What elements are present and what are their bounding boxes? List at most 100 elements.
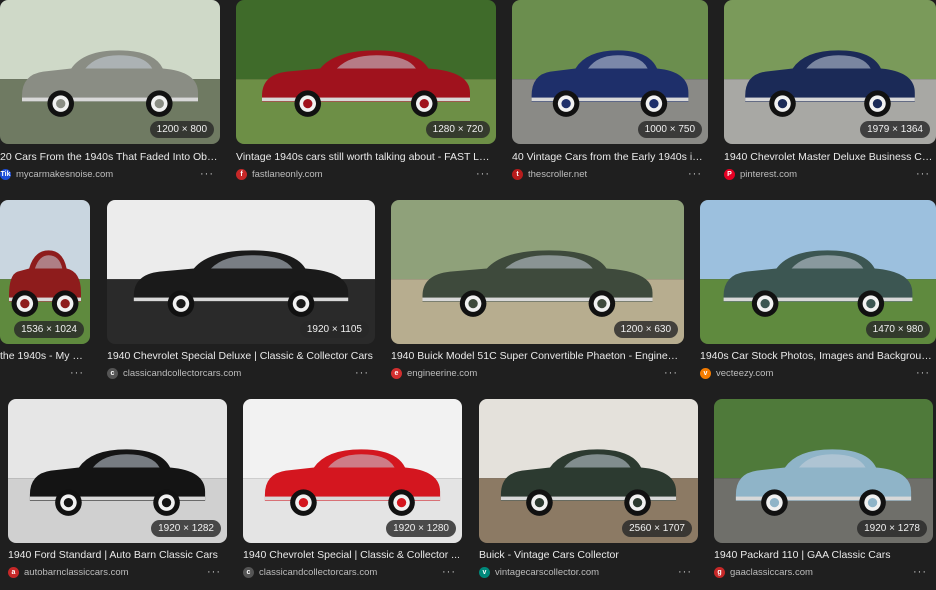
image-result-card[interactable]: 1200 × 630 1940 Buick Model 51C Super Con… (391, 200, 684, 388)
source-domain: fastlaneonly.com (252, 169, 323, 180)
site-favicon-icon: Tik (0, 169, 11, 180)
result-title[interactable]: the 1940s - My C... (0, 350, 88, 362)
result-source[interactable]: v vecteezy.com (700, 368, 773, 379)
image-dimensions-badge: 1979 × 1364 (860, 121, 930, 138)
car-hubcap (649, 98, 659, 109)
car-hubcap (534, 497, 545, 508)
car-hubcap (60, 298, 70, 309)
more-options-icon[interactable]: ··· (916, 168, 930, 180)
car-hubcap (396, 497, 407, 508)
image-result-card[interactable]: 1280 × 720 Vintage 1940s cars still worth… (236, 0, 496, 189)
result-title[interactable]: 1940 Chevrolet Special | Classic & Colle… (243, 549, 460, 561)
image-dimensions-badge: 1536 × 1024 (14, 321, 84, 338)
car-bumper (262, 97, 470, 102)
result-source[interactable]: Ppinterest.com (724, 169, 797, 180)
result-source[interactable]: e engineerine.com (391, 368, 477, 379)
car-hubcap (866, 298, 876, 309)
result-source[interactable]: t thescroller.net (512, 169, 587, 180)
car-hubcap (760, 298, 770, 309)
result-thumbnail[interactable]: 1920 × 1282 (8, 399, 227, 543)
result-source[interactable]: f fastlaneonly.com (236, 169, 323, 180)
car-bumper (723, 297, 913, 302)
result-thumbnail[interactable]: 1470 × 980 (700, 200, 936, 344)
car-hubcap (161, 497, 172, 508)
result-thumbnail[interactable]: 1920 × 1278 (714, 399, 933, 543)
image-result-card[interactable]: 1920 × 1280 1940 Chevrolet Special | Clas… (243, 399, 462, 587)
image-result-card[interactable]: 1979 × 1364 1940 Chevrolet Master Deluxe … (724, 0, 936, 189)
image-result-card[interactable]: 2560 × 1707 Buick - Vintage Cars Collecto… (479, 399, 698, 587)
result-source[interactable]: a autobarnclassiccars.com (8, 567, 129, 578)
image-dimensions-badge: 1470 × 980 (865, 321, 930, 338)
result-source[interactable]: g gaaclassiccars.com (714, 567, 813, 578)
result-source[interactable]: v vintagecarscollector.com (479, 567, 599, 578)
car-hubcap (561, 98, 571, 109)
more-options-icon[interactable]: ··· (664, 367, 678, 379)
result-source[interactable]: c classicandcollectorcars.com (107, 368, 241, 379)
more-options-icon[interactable]: ··· (476, 168, 490, 180)
image-dimensions-badge: 1000 × 750 (637, 121, 702, 138)
car-hubcap (597, 298, 607, 309)
site-favicon-icon: v (700, 368, 711, 379)
result-title[interactable]: 1940s Car Stock Photos, Images and Backg… (700, 350, 934, 362)
car-hubcap (56, 98, 66, 109)
car-hubcap (63, 497, 74, 508)
result-thumbnail[interactable]: 1979 × 1364 (724, 0, 936, 144)
car-bumper (422, 297, 653, 302)
image-result-card[interactable]: 1200 × 800 20 Cars From the 1940s That Fa… (0, 0, 220, 189)
result-title[interactable]: 1940 Packard 110 | GAA Classic Cars (714, 549, 931, 561)
source-domain: vintagecarscollector.com (495, 567, 600, 578)
result-thumbnail[interactable]: 1920 × 1280 (243, 399, 462, 543)
image-dimensions-badge: 2560 × 1707 (622, 520, 692, 537)
image-dimensions-badge: 1920 × 1280 (386, 520, 456, 537)
more-options-icon[interactable]: ··· (916, 367, 930, 379)
result-thumbnail[interactable]: 1200 × 630 (391, 200, 684, 344)
result-thumbnail[interactable]: 1000 × 750 (512, 0, 708, 144)
result-title[interactable]: 1940 Chevrolet Special Deluxe | Classic … (107, 350, 373, 362)
site-favicon-icon: t (512, 169, 523, 180)
result-title[interactable]: 1940 Ford Standard | Auto Barn Classic C… (8, 549, 225, 561)
image-result-card[interactable]: 1000 × 750 40 Vintage Cars from the Early… (512, 0, 708, 189)
image-result-card[interactable]: 1920 × 1278 1940 Packard 110 | GAA Classi… (714, 399, 933, 587)
more-options-icon[interactable]: ··· (207, 566, 221, 578)
site-favicon-icon: e (391, 368, 402, 379)
more-options-icon[interactable]: ··· (355, 367, 369, 379)
result-thumbnail[interactable]: 1200 × 800 (0, 0, 220, 144)
more-options-icon[interactable]: ··· (913, 566, 927, 578)
site-favicon-icon: v (479, 567, 490, 578)
result-thumbnail[interactable]: 1536 × 1024 (0, 200, 90, 344)
result-source[interactable]: c classicandcollectorcars.com (243, 567, 377, 578)
car-hubcap (20, 298, 30, 309)
image-dimensions-badge: 1920 × 1105 (299, 321, 369, 338)
result-thumbnail[interactable]: 2560 × 1707 (479, 399, 698, 543)
result-title[interactable]: 1940 Buick Model 51C Super Convertible P… (391, 350, 682, 362)
car-hubcap (176, 298, 186, 309)
more-options-icon[interactable]: ··· (688, 168, 702, 180)
image-dimensions-badge: 1280 × 720 (425, 121, 490, 138)
more-options-icon[interactable]: ··· (442, 566, 456, 578)
car-hubcap (777, 98, 788, 109)
site-favicon-icon: c (107, 368, 118, 379)
more-options-icon[interactable]: ··· (678, 566, 692, 578)
image-result-card[interactable]: 1470 × 980 1940s Car Stock Photos, Images… (700, 200, 936, 388)
result-thumbnail[interactable]: 1920 × 1105 (107, 200, 375, 344)
result-title[interactable]: Vintage 1940s cars still worth talking a… (236, 151, 494, 163)
result-thumbnail[interactable]: 1280 × 720 (236, 0, 496, 144)
more-options-icon[interactable]: ··· (200, 168, 214, 180)
more-options-icon[interactable]: ··· (70, 367, 84, 379)
source-domain: classicandcollectorcars.com (123, 368, 242, 379)
image-result-card[interactable]: 1920 × 1282 1940 Ford Standard | Auto Bar… (8, 399, 227, 587)
result-title[interactable]: 40 Vintage Cars from the Early 1940s in … (512, 151, 706, 163)
image-result-card[interactable]: 1920 × 1105 1940 Chevrolet Special Deluxe… (107, 200, 375, 388)
image-result-card[interactable]: 1536 × 1024 the 1940s - My C... ··· (0, 200, 90, 388)
site-favicon-icon: P (724, 169, 735, 180)
result-title[interactable]: 1940 Chevrolet Master Deluxe Business Co… (724, 151, 934, 163)
result-title[interactable]: Buick - Vintage Cars Collector (479, 549, 696, 561)
image-dimensions-badge: 1920 × 1278 (857, 520, 927, 537)
source-domain: vecteezy.com (716, 368, 774, 379)
source-domain: autobarnclassiccars.com (24, 567, 129, 578)
image-dimensions-badge: 1200 × 630 (613, 321, 678, 338)
source-domain: pinterest.com (740, 169, 798, 180)
result-source[interactable]: Tik mycarmakesnoise.com (0, 169, 113, 180)
result-title[interactable]: 20 Cars From the 1940s That Faded Into O… (0, 151, 218, 163)
image-dimensions-badge: 1920 × 1282 (151, 520, 221, 537)
